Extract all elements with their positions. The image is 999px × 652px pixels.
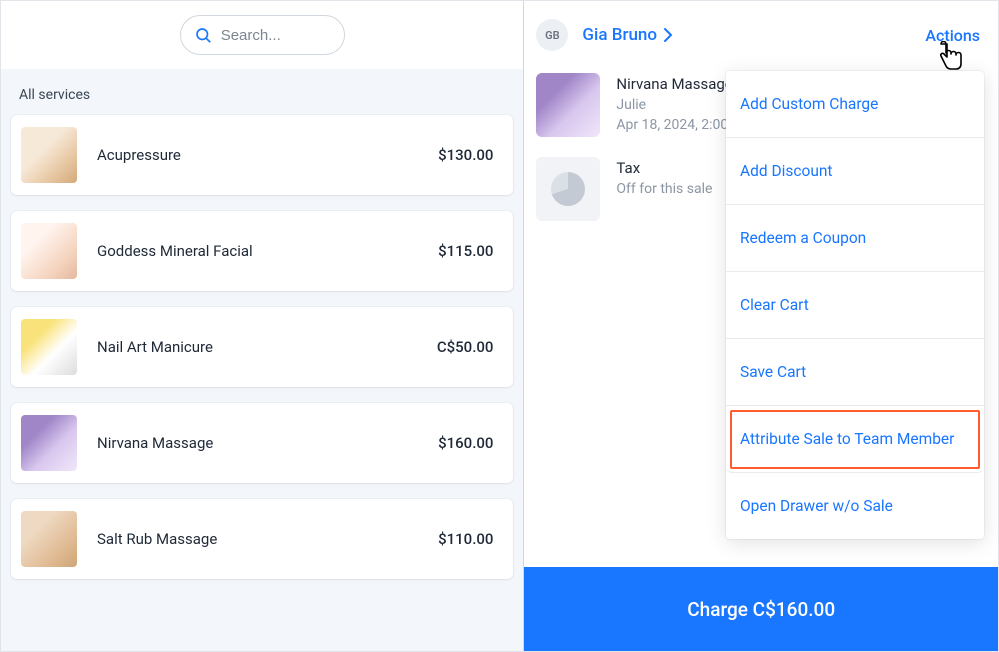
service-card-nirvana[interactable]: Nirvana Massage $160.00 [11,403,513,483]
actions-button[interactable]: Actions [925,26,980,45]
service-name: Salt Rub Massage [97,530,438,548]
service-price: $115.00 [438,242,493,260]
search-wrap [180,15,345,55]
app-root: All services Acupressure $130.00 Goddess… [0,0,999,652]
cart-header: GB Gia Bruno Actions [524,1,998,69]
pie-icon [551,172,585,206]
service-card-acupressure[interactable]: Acupressure $130.00 [11,115,513,195]
customer-name[interactable]: Gia Bruno [582,25,673,45]
service-name: Acupressure [97,146,438,164]
service-price: $110.00 [438,530,493,548]
service-card-nail[interactable]: Nail Art Manicure C$50.00 [11,307,513,387]
service-thumb [21,511,77,567]
cart-item-title: Tax [616,159,712,177]
menu-open-drawer[interactable]: Open Drawer w/o Sale [726,473,984,539]
search-icon [194,26,212,44]
cart-thumb [536,73,600,137]
service-name: Nail Art Manicure [97,338,437,356]
service-price: C$50.00 [437,338,494,356]
services-panel: All services Acupressure $130.00 Goddess… [1,1,524,651]
service-thumb [21,127,77,183]
cart-item-meta: Off for this sale [616,181,712,197]
cart-info: Tax Off for this sale [616,157,712,221]
actions-menu: Add Custom Charge Add Discount Redeem a … [726,71,984,539]
service-card-facial[interactable]: Goddess Mineral Facial $115.00 [11,211,513,291]
charge-button[interactable]: Charge C$160.00 [524,567,998,651]
service-name: Nirvana Massage [97,434,438,452]
search-bar [1,1,523,69]
services-list: All services Acupressure $130.00 Goddess… [1,69,523,651]
menu-redeem-coupon[interactable]: Redeem a Coupon [726,205,984,272]
service-price: $160.00 [438,434,493,452]
cart-panel: GB Gia Bruno Actions Nirvana Massage Jul… [524,1,998,651]
menu-attribute-sale[interactable]: Attribute Sale to Team Member [726,406,984,473]
menu-add-discount[interactable]: Add Discount [726,138,984,205]
service-name: Goddess Mineral Facial [97,242,438,260]
service-card-salt[interactable]: Salt Rub Massage $110.00 [11,499,513,579]
services-header: All services [11,81,513,115]
service-thumb [21,319,77,375]
menu-save-cart[interactable]: Save Cart [726,339,984,406]
cart-thumb-tax [536,157,600,221]
menu-add-custom-charge[interactable]: Add Custom Charge [726,71,984,138]
service-thumb [21,415,77,471]
chevron-right-icon [663,28,673,42]
service-price: $130.00 [438,146,493,164]
avatar: GB [536,19,568,51]
customer-name-text: Gia Bruno [582,25,657,45]
service-thumb [21,223,77,279]
menu-clear-cart[interactable]: Clear Cart [726,272,984,339]
